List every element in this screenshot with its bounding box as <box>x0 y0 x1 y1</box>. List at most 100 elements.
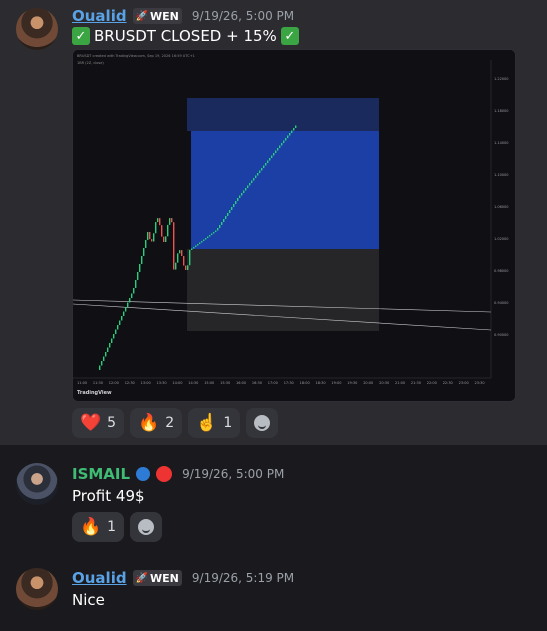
username[interactable]: Oualid <box>72 569 127 587</box>
time-tick-label: 18:00 <box>300 381 310 385</box>
reaction-fire[interactable]: 🔥 2 <box>130 408 183 438</box>
tradingview-watermark: TradingView <box>77 390 112 396</box>
candle <box>135 280 137 288</box>
candle <box>231 207 233 210</box>
reaction-point-up[interactable]: ☝️ 1 <box>188 408 241 438</box>
username[interactable]: ISMAIL <box>72 465 130 483</box>
time-tick-label: 21:00 <box>395 381 405 385</box>
candle <box>283 140 285 143</box>
candle <box>141 256 143 264</box>
candle <box>223 219 225 222</box>
time-tick-label: 19:00 <box>331 381 341 385</box>
time-tick-label: 17:30 <box>284 381 294 385</box>
santa-icon <box>156 466 173 482</box>
price-tick-label: 1.22000 <box>494 77 508 81</box>
chart-image[interactable]: BRUSDT created with TradingView.com, Sep… <box>72 49 516 402</box>
candle <box>235 201 237 204</box>
reaction-heart[interactable]: ❤️ 5 <box>72 408 125 438</box>
candle <box>123 311 125 316</box>
message-header: Oualid 🚀 WEN 9/19/26, 5:00 PM <box>72 5 294 27</box>
time-tick-label: 11:00 <box>77 381 87 385</box>
candle <box>227 213 229 216</box>
candle <box>111 338 113 343</box>
candle <box>191 248 193 250</box>
message-text: BRUSDT CLOSED + 15% <box>94 27 277 45</box>
candle <box>177 253 179 263</box>
candle <box>233 204 235 207</box>
chart-svg: BRUSDT created with TradingView.com, Sep… <box>73 50 515 401</box>
candle <box>149 232 151 240</box>
candle <box>165 236 167 242</box>
candle <box>187 265 189 270</box>
price-tick-label: 0.90000 <box>494 333 508 337</box>
avatar[interactable] <box>16 463 58 505</box>
candle <box>263 165 265 168</box>
candle <box>137 272 139 280</box>
candle <box>167 224 169 237</box>
reaction-count: 5 <box>107 415 117 431</box>
candle <box>181 250 183 257</box>
role-tag[interactable]: 🚀 WEN <box>132 8 182 24</box>
candle <box>163 236 165 242</box>
target-zone-top <box>187 98 379 131</box>
time-tick-label: 14:00 <box>172 381 182 385</box>
add-reaction-button[interactable] <box>130 512 163 542</box>
smiley-icon <box>254 415 271 431</box>
rocket-icon: 🚀 <box>135 572 149 584</box>
candle <box>105 352 107 357</box>
candle <box>229 210 231 213</box>
time-tick-label: 18:30 <box>316 381 326 385</box>
time-tick-label: 19:30 <box>347 381 357 385</box>
time-tick-label: 13:00 <box>141 381 151 385</box>
candle <box>171 218 173 223</box>
time-tick-label: 17:00 <box>268 381 278 385</box>
candle <box>195 245 197 247</box>
candle <box>275 150 277 153</box>
candle <box>225 216 227 219</box>
price-tick-label: 1.06000 <box>494 205 508 209</box>
reaction-fire[interactable]: 🔥 1 <box>72 512 125 542</box>
candle <box>121 316 123 321</box>
add-reaction-button[interactable] <box>246 408 279 438</box>
role-tag-label: WEN <box>150 571 179 585</box>
reactions: ❤️ 5 🔥 2 ☝️ 1 <box>72 408 279 438</box>
candle <box>169 218 171 225</box>
avatar[interactable] <box>16 568 58 610</box>
message-content: Nice <box>72 591 105 609</box>
candle <box>285 138 287 141</box>
candle <box>267 160 269 163</box>
time-tick-label: 16:30 <box>252 381 262 385</box>
candle <box>129 298 131 303</box>
candle <box>239 195 241 198</box>
candle <box>279 145 281 148</box>
message-content: ✓ BRUSDT CLOSED + 15% ✓ <box>72 27 299 45</box>
price-tick-label: 1.10000 <box>494 173 508 177</box>
candle <box>103 356 105 361</box>
candle <box>215 230 217 232</box>
candle <box>99 365 101 370</box>
candle <box>243 190 245 193</box>
time-tick-label: 15:30 <box>220 381 230 385</box>
smiley-icon <box>138 519 155 535</box>
candle <box>153 233 155 242</box>
price-tick-label: 1.18000 <box>494 109 508 113</box>
check-mark-icon: ✓ <box>280 27 299 45</box>
username[interactable]: Oualid <box>72 7 127 25</box>
message-1: Oualid 🚀 WEN 9/19/26, 5:00 PM ✓ BRUSDT CL… <box>0 0 547 445</box>
message-text: Nice <box>72 591 105 609</box>
candle <box>261 168 263 171</box>
candle <box>217 228 219 231</box>
candle <box>179 250 181 254</box>
reactions: 🔥 1 <box>72 512 163 542</box>
candle <box>271 155 273 158</box>
candle <box>207 236 209 238</box>
candle <box>273 153 275 156</box>
candle <box>139 264 141 272</box>
message-2: ISMAIL 9/19/26, 5:00 PM Profit 49$ 🔥 1 <box>0 446 547 546</box>
avatar[interactable] <box>16 8 58 50</box>
rocket-icon: 🚀 <box>135 10 149 22</box>
role-tag[interactable]: 🚀 WEN <box>132 570 182 586</box>
time-tick-label: 23:30 <box>475 381 485 385</box>
candle <box>193 247 195 249</box>
time-tick-label: 21:30 <box>411 381 421 385</box>
